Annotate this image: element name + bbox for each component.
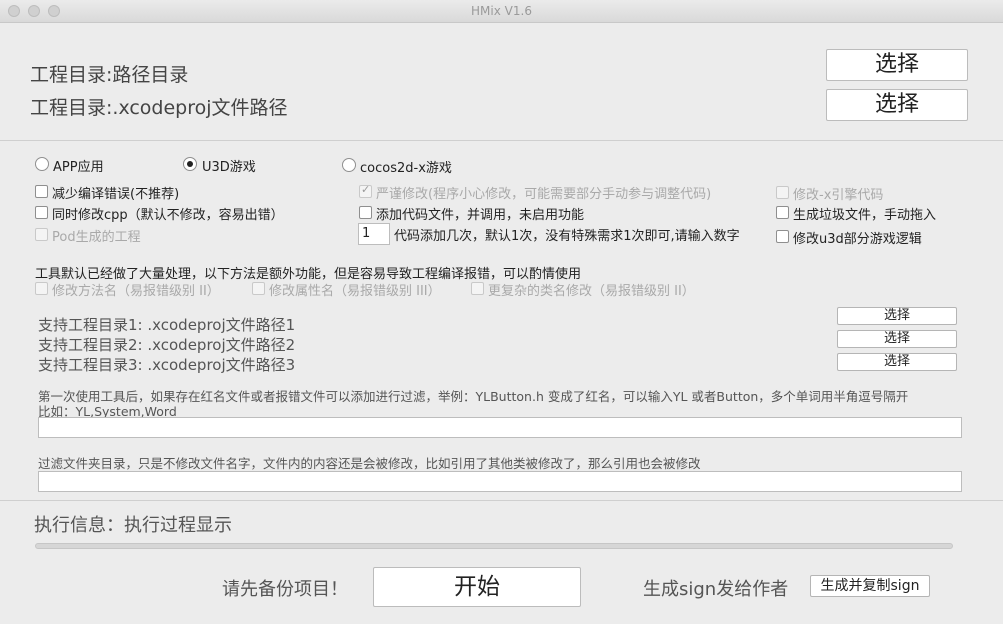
- support-dir-1-label: 支持工程目录1: .xcodeproj文件路径1: [38, 316, 296, 334]
- add-code-files-label: 添加代码文件，并调用，未启用功能: [376, 208, 585, 223]
- reduce-errors-label: 减少编译错误(不推荐): [52, 187, 180, 202]
- red-files-filter-input[interactable]: [38, 417, 962, 438]
- add-code-files-checkbox[interactable]: [359, 206, 372, 219]
- progress-bar: [35, 543, 953, 549]
- modify-property-names-checkbox: [252, 282, 265, 295]
- sign-label: 生成sign发给作者: [643, 579, 789, 600]
- reduce-errors-checkbox[interactable]: [35, 185, 48, 198]
- title-bar: HMix V1.6: [0, 0, 1003, 23]
- divider: [0, 140, 1003, 141]
- modify-x-engine-checkbox: [776, 186, 789, 199]
- generate-copy-sign-button[interactable]: 生成并复制sign: [810, 575, 930, 597]
- modify-u3d-logic-label: 修改u3d部分游戏逻辑: [793, 232, 922, 247]
- radio-u3d-label: U3D游戏: [202, 160, 256, 175]
- modify-cpp-label: 同时修改cpp（默认不修改，容易出错）: [52, 208, 284, 223]
- strict-modify-checkbox: ✓: [359, 183, 372, 198]
- divider: [0, 500, 1003, 501]
- choose-dir-button[interactable]: 选择: [826, 49, 968, 81]
- radio-cocos-label: cocos2d-x游戏: [360, 161, 452, 176]
- strict-modify-label: 严谨修改(程序小心修改，可能需要部分手动参与调整代码): [376, 187, 712, 202]
- radio-u3d[interactable]: [183, 157, 197, 171]
- complex-class-rename-checkbox: [471, 282, 484, 295]
- complex-class-rename-label: 更复杂的类名修改（易报错级别 II）: [488, 284, 695, 299]
- choose-support-2-button[interactable]: 选择: [837, 330, 957, 348]
- exec-info-label: 执行信息：执行过程显示: [34, 515, 232, 536]
- modify-method-names-checkbox: [35, 282, 48, 295]
- modify-u3d-logic-checkbox[interactable]: [776, 230, 789, 243]
- gen-garbage-checkbox[interactable]: [776, 206, 789, 219]
- window-title: HMix V1.6: [471, 4, 532, 18]
- folder-filter-input[interactable]: [38, 471, 962, 492]
- start-button[interactable]: 开始: [373, 567, 581, 607]
- radio-cocos[interactable]: [342, 158, 356, 172]
- folder-filter-desc: 过滤文件夹目录，只是不修改文件名字，文件内的内容还是会被修改，比如引用了其他类被…: [38, 456, 701, 471]
- code-add-times-value: 1: [362, 226, 371, 241]
- radio-app[interactable]: [35, 157, 49, 171]
- code-add-times-label: 代码添加几次，默认1次，没有特殊需求1次即可,请输入数字: [394, 229, 740, 244]
- choose-support-3-button[interactable]: 选择: [837, 353, 957, 371]
- radio-app-label: APP应用: [53, 160, 104, 175]
- modify-property-names-label: 修改属性名（易报错级别 III）: [269, 284, 441, 299]
- backup-notice: 请先备份项目！: [222, 579, 348, 600]
- support-dir-3-label: 支持工程目录3: .xcodeproj文件路径3: [38, 356, 296, 374]
- checkmark-icon: ✓: [361, 183, 371, 196]
- xcodeproj-path-label: 工程目录:.xcodeproj文件路径: [30, 97, 288, 119]
- code-add-times-input[interactable]: 1: [358, 223, 390, 245]
- support-dir-2-label: 支持工程目录2: .xcodeproj文件路径2: [38, 336, 296, 354]
- pod-project-checkbox: [35, 228, 48, 241]
- choose-support-1-button[interactable]: 选择: [837, 307, 957, 325]
- pod-project-label: Pod生成的工程: [52, 230, 141, 245]
- modify-x-engine-label: 修改-x引擎代码: [793, 188, 884, 203]
- gen-garbage-label: 生成垃圾文件，手动拖入: [793, 208, 937, 223]
- modify-cpp-checkbox[interactable]: [35, 206, 48, 219]
- modify-method-names-label: 修改方法名（易报错级别 II）: [52, 284, 220, 299]
- choose-xcodeproj-button[interactable]: 选择: [826, 89, 968, 121]
- project-dir-label: 工程目录:路径目录: [30, 64, 189, 86]
